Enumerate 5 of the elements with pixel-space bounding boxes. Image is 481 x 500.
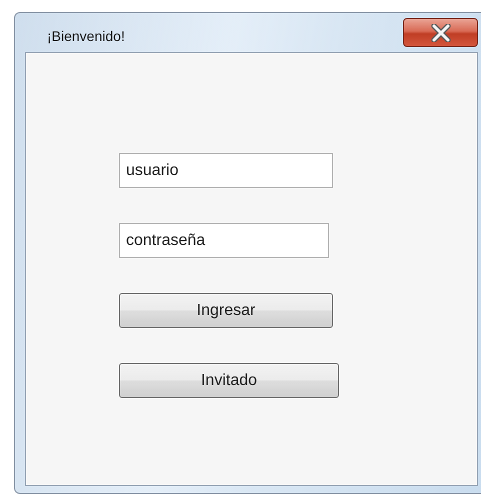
action-button[interactable]: Invitado xyxy=(119,363,339,398)
window-title: ¡Bienvenido! xyxy=(47,28,125,44)
input-field[interactable]: contraseña xyxy=(119,223,329,258)
input-field[interactable]: usuario xyxy=(119,153,333,188)
action-button[interactable]: Ingresar xyxy=(119,293,333,328)
